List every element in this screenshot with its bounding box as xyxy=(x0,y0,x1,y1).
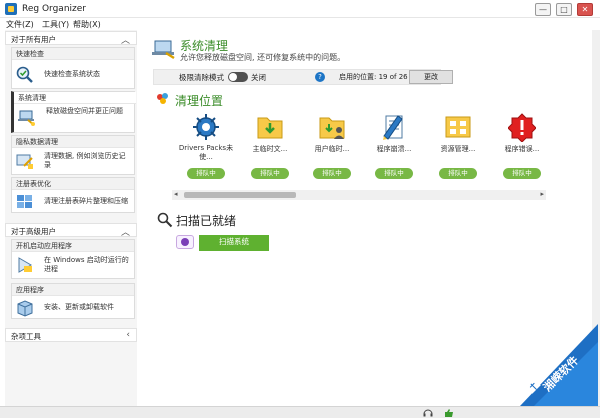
explorer-grid-icon xyxy=(445,116,471,138)
back-button[interactable] xyxy=(176,235,194,249)
chevron-up-icon: ︿ xyxy=(120,228,130,238)
sidebar-item-title: 应用程序 xyxy=(12,284,134,296)
help-icon[interactable]: ? xyxy=(315,72,325,82)
registry-icon xyxy=(17,195,32,208)
locations-title: 清理位置 xyxy=(175,94,224,108)
sidebar-section-misc[interactable]: 杂项工具 ‹ xyxy=(5,328,137,342)
app-icon xyxy=(5,3,17,15)
status-badge: 排队中 xyxy=(439,168,477,179)
sidebar-item-title: 注册表优化 xyxy=(12,178,134,190)
sidebar-item-system-clean[interactable]: 系统清理 释放磁盘空间并更正问题 xyxy=(11,91,136,133)
folder-download-icon xyxy=(257,117,283,139)
sidebar-item-title: 隐私数据清理 xyxy=(12,136,134,148)
sidebar-item-privacy[interactable]: 隐私数据清理 清理数据, 例如浏览历史记录 xyxy=(11,135,135,175)
sidebar-item-startup[interactable]: 开机启动应用程序 在 Windows 启动时运行的进程 xyxy=(11,239,135,279)
search-icon xyxy=(157,212,173,228)
sidebar-section-advanced[interactable]: 对于高级用户 ︿ xyxy=(5,223,137,238)
close-button[interactable]: ✕ xyxy=(577,3,593,16)
menu-help[interactable]: 帮助(X) xyxy=(73,19,101,30)
thumbs-up-icon[interactable] xyxy=(444,408,454,418)
locations-icon xyxy=(157,93,168,104)
location-label: 用户临时... xyxy=(314,145,350,153)
laptop-clean-icon xyxy=(152,40,175,60)
pencil-document-icon xyxy=(383,115,403,140)
extreme-mode-toggle[interactable] xyxy=(228,72,248,82)
scroll-right-icon[interactable]: ▸ xyxy=(540,190,544,198)
sidebar-item-desc: 清理数据, 例如浏览历史记录 xyxy=(44,152,126,169)
status-badge: 排队中 xyxy=(313,168,351,179)
scrollbar-thumb[interactable] xyxy=(184,192,296,198)
sidebar-item-title: 开机启动应用程序 xyxy=(12,240,134,252)
sidebar-section-all-users[interactable]: 对于所有用户 ︿ xyxy=(5,31,137,46)
menu-bar: 文件(Z) 工具(Y) 帮助(X) xyxy=(0,18,600,30)
sidebar-item-desc: 释放磁盘空间并更正问题 xyxy=(46,107,123,115)
sidebar-item-apps[interactable]: 应用程序 安装、更新或卸载软件 xyxy=(11,283,135,319)
privacy-icon xyxy=(16,154,33,169)
status-badge: 排队中 xyxy=(503,168,541,179)
laptop-clean-icon xyxy=(18,110,35,126)
scan-title: 扫描已就绪 xyxy=(176,214,237,228)
startup-icon xyxy=(18,257,32,273)
sidebar-item-desc: 快速检查系统状态 xyxy=(44,70,100,78)
extreme-mode-label: 极限清除模式 xyxy=(179,73,224,82)
drivers-gear-icon xyxy=(193,114,219,140)
sidebar-item-quick-check[interactable]: 快速检查 快速检查系统状态 xyxy=(11,47,135,89)
status-bar xyxy=(0,406,600,418)
status-badge: 排队中 xyxy=(251,168,289,179)
chevron-left-icon: ‹ xyxy=(126,330,130,340)
extreme-mode-state: 关闭 xyxy=(251,73,266,82)
change-button[interactable]: 更改 xyxy=(409,70,453,84)
enabled-locations-text: 启用的位置: 19 of 26 xyxy=(339,73,408,81)
headset-icon[interactable] xyxy=(423,408,433,418)
sidebar-item-desc: 清理注册表碎片整理和压缩 xyxy=(44,197,128,205)
sidebar-item-title: 系统清理 xyxy=(14,92,136,104)
chevron-up-icon: ︿ xyxy=(120,36,130,46)
folder-user-icon xyxy=(319,117,345,139)
sidebar-item-registry[interactable]: 注册表优化 清理注册表碎片整理和压缩 xyxy=(11,177,135,213)
sidebar-item-desc: 安装、更新或卸载软件 xyxy=(44,303,114,311)
sidebar-item-title: 快速检查 xyxy=(12,48,134,60)
menu-file[interactable]: 文件(Z) xyxy=(6,19,34,30)
error-badge-icon xyxy=(508,113,536,142)
page-subtitle: 允许您释放磁盘空间, 还可修复系统中的问题。 xyxy=(180,53,346,62)
minimize-button[interactable]: — xyxy=(535,3,551,16)
window-title: Reg Organizer xyxy=(22,4,86,14)
watermark-corner: 湘嵘软件 xyxy=(520,324,598,406)
location-label: 程序崩溃... xyxy=(376,145,412,153)
title-bar: Reg Organizer — □ ✕ xyxy=(0,0,600,18)
scroll-left-icon[interactable]: ◂ xyxy=(174,190,178,198)
locations-scrollbar[interactable]: ◂ ▸ xyxy=(172,190,546,200)
maximize-button[interactable]: □ xyxy=(556,3,572,16)
scan-system-button[interactable]: 扫描系统 xyxy=(199,235,269,251)
status-badge: 排队中 xyxy=(375,168,413,179)
status-badge: 排队中 xyxy=(187,168,225,179)
menu-tools[interactable]: 工具(Y) xyxy=(42,19,69,30)
location-label: 程序错误... xyxy=(504,145,540,153)
box-icon xyxy=(17,300,33,317)
sidebar-item-desc: 在 Windows 启动时运行的进程 xyxy=(44,256,129,273)
location-label: Drivers Packs未使... xyxy=(178,144,234,161)
magnifier-check-icon xyxy=(16,66,33,83)
location-label: 资源管理... xyxy=(440,145,476,153)
location-label: 主临时文... xyxy=(252,145,288,153)
